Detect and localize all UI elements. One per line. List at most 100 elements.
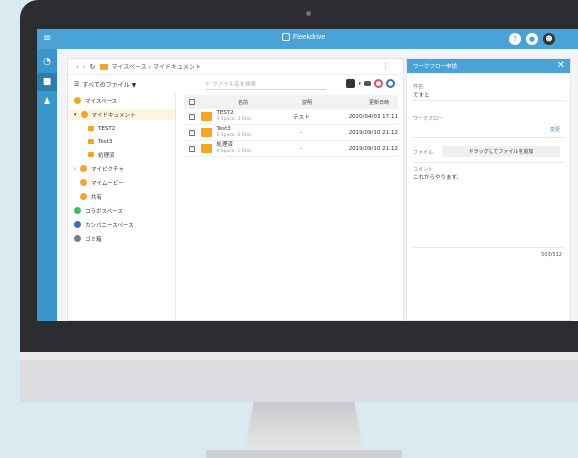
myspace-icon [74,97,81,104]
monitor-stand-base [206,450,402,458]
char-counter: 503/512 [541,252,562,258]
brand: Fleekdrive [282,33,325,41]
table-row[interactable]: Test3 0 Space, 0 Files - 2019/09/10 21:1… [184,125,398,141]
share-icon[interactable] [386,79,395,88]
file-browser: ‹ › ↻ マイスペース › マイドキュメント ⋮ ☰ すべてのファイル ▼ ⌕… [67,58,404,321]
close-icon[interactable]: ✕ [557,60,565,72]
favorite-icon[interactable] [374,79,383,88]
table-row[interactable]: TEST2 0 Space, 3 Files テスト 2020/04/03 17… [184,109,398,125]
notification-icon[interactable]: ● [526,33,538,45]
user-avatar[interactable]: ☻ [543,33,555,45]
comment-field[interactable]: これからやります。 [413,173,462,181]
mymovies-icon [80,179,87,186]
header-date[interactable]: 更新日時 [329,99,389,106]
tree-item-label: マイスペース [85,98,118,105]
tree-item-mydocuments[interactable]: ▾ マイドキュメント [68,109,175,120]
row-name: 処理済 0 Space, 1 Files [216,142,280,155]
view-dropdown-chevron-icon[interactable]: ▾ [358,81,361,87]
panel-title: ワークフロー申請 [413,64,458,70]
tree-item-mymovies[interactable]: マイムービー [80,177,124,188]
tree-item-label: ゴミ箱 [85,236,102,243]
file-toolbar: ☰ すべてのファイル ▼ ⌕ ファイル名を検索 ▾ [68,76,403,92]
comment-label: コメント [413,167,434,173]
row-desc: テスト [293,114,310,121]
file-table: 名前 説明 更新日時 TEST2 0 Space, 3 Files テスト 20… [184,95,398,157]
side-rail: ◔ ■ ♟ [37,49,57,321]
change-link[interactable]: 変更 [550,126,560,133]
hamburger-menu-icon[interactable]: ≡ [43,34,53,44]
tree-item-collabspace[interactable]: コラボスペース [74,205,123,216]
view-toggle-icon[interactable] [346,79,356,88]
forward-button[interactable]: › [83,63,86,71]
view-controls: ▾ [346,79,395,88]
more-options-icon[interactable]: ⋮ [382,62,389,70]
brand-logo-icon [282,33,290,41]
folder-tree: マイスペース ▾ マイドキュメント TEST2 Test3 処理済 › マイピク… [68,93,176,321]
tree-item-myspace[interactable]: マイスペース [74,95,117,106]
breadcrumb: ‹ › ↻ マイスペース › マイドキュメント ⋮ [68,59,403,75]
row-name-text: TEST2 [216,110,234,116]
search-input[interactable]: ⌕ ファイル名を検索 [206,79,326,90]
tree-item-shared[interactable]: 共有 [80,191,102,202]
row-date: 2019/09/10 21:12 [348,129,398,136]
tree-item-label: コラボスペース [85,208,123,215]
tree-item-label: カンパニースペース [85,222,134,229]
back-button[interactable]: ‹ [76,63,79,71]
row-checkbox[interactable] [189,145,195,152]
divider [413,100,565,101]
folder-icon [200,144,213,153]
tree-item-mypictures[interactable]: › マイピクチャ [74,163,124,174]
workflow-panel: ワークフロー申請 ✕ 件名 てすと ワークフロー 変更 ファイル ドラッグしてフ… [406,58,571,321]
tree-item-label: 共有 [91,194,103,201]
tree-item-test2[interactable]: TEST2 [88,123,115,134]
collabspace-icon [74,207,81,214]
search-icon: ⌕ [206,80,210,87]
filter-label: すべてのファイル ▼ [82,82,137,89]
refresh-icon[interactable]: ↻ [90,63,96,71]
folder-icon [200,128,213,137]
filter-dropdown[interactable]: ☰ すべてのファイル ▼ [74,80,136,89]
help-icon[interactable]: ? [509,33,521,45]
workflow-label: ワークフロー [413,116,444,122]
folder-nav-icon[interactable]: ■ [37,73,57,91]
breadcrumb-path[interactable]: マイスペース › マイドキュメント [112,62,201,71]
tree-item-processed[interactable]: 処理済 [88,149,115,160]
dashboard-icon[interactable]: ◔ [37,53,57,71]
tree-item-test3[interactable]: Test3 [88,136,112,147]
expand-chevron-icon[interactable]: ▾ [74,112,77,118]
header-name[interactable]: 名前 [201,99,285,106]
row-name: TEST2 0 Space, 3 Files [216,110,280,123]
row-desc: - [300,145,303,152]
row-name: Test3 0 Space, 0 Files [216,126,280,139]
row-checkbox[interactable] [189,129,195,136]
tree-item-label: マイムービー [91,180,124,187]
divider [413,137,565,138]
companyspace-icon [74,221,81,228]
folder-icon [99,63,108,70]
trash-icon [74,235,81,242]
panel-header: ワークフロー申請 ✕ [407,59,570,73]
row-name-text: 処理済 [216,142,233,148]
camera [306,11,311,16]
list-view-icon[interactable] [364,81,371,86]
subject-field[interactable]: てすと [413,91,430,99]
table-row[interactable]: 処理済 0 Space, 1 Files - 2019/09/10 21:12 [184,141,398,157]
mypictures-icon [80,165,87,172]
divider [413,162,565,163]
folder-icon [88,139,94,144]
row-subtext: 0 Space, 3 Files [216,117,252,122]
tree-item-companyspace[interactable]: カンパニースペース [74,219,134,230]
top-bar: ≡ Fleekdrive ? ● ☻ [37,29,578,49]
tree-item-label: Test3 [98,138,113,145]
drop-files-button[interactable]: ドラッグしてファイルを追加 [442,146,560,157]
expand-chevron-icon[interactable]: › [74,166,76,172]
row-checkbox[interactable] [189,113,195,120]
tree-item-trash[interactable]: ゴミ箱 [74,233,102,244]
select-all-checkbox[interactable] [189,99,195,105]
subject-label: 件名 [413,84,424,90]
user-nav-icon[interactable]: ♟ [37,93,57,111]
desktop-scene: ≡ Fleekdrive ? ● ☻ ◔ ■ ♟ ‹ › ↻ マイスペース › … [0,0,578,458]
row-subtext: 0 Space, 0 Files [216,133,252,138]
header-desc[interactable]: 説明 [285,99,329,106]
row-subtext: 0 Space, 1 Files [216,149,252,154]
